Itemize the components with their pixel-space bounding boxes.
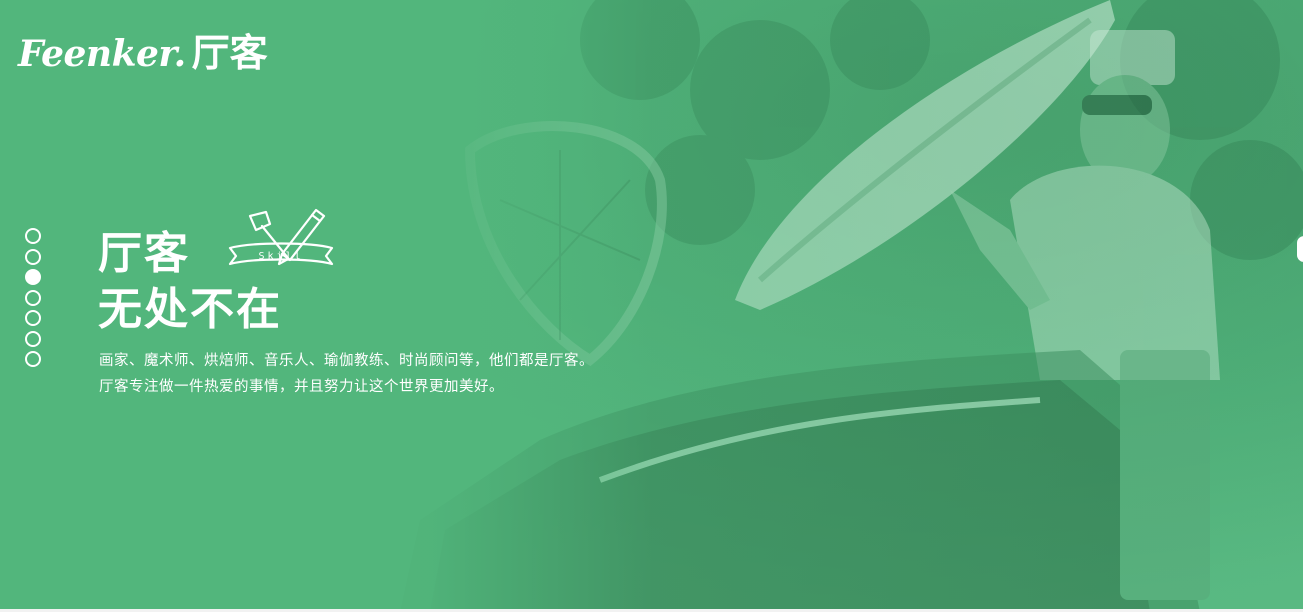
- logo-chinese-text: 厅客: [191, 31, 268, 75]
- slider-dot-2[interactable]: [25, 248, 41, 265]
- slider-dot-1[interactable]: [25, 228, 41, 244]
- description-line-1: 画家、魔术师、烘焙师、音乐人、瑜伽教练、时尚顾问等，他们都是厅客。: [99, 353, 594, 369]
- slider-pagination: [25, 228, 41, 367]
- brand-logo[interactable]: Feenker. 厅客: [18, 22, 268, 77]
- slider-dot-3-active[interactable]: [25, 269, 41, 285]
- skill-badge-label: Skill: [258, 251, 303, 262]
- next-slide-handle[interactable]: [1297, 236, 1303, 262]
- slider-dot-4[interactable]: [25, 289, 41, 306]
- hero-banner: Feenker. 厅客 厅客 无处不在 Skill 画家、魔术师、烘焙师、音乐人…: [0, 0, 1303, 612]
- description-line-2: 厅客专注做一件热爱的事情，并且努力让这个世界更加美好。: [99, 379, 504, 395]
- hero-description: 画家、魔术师、烘焙师、音乐人、瑜伽教练、时尚顾问等，他们都是厅客。 厅客专注做一…: [99, 348, 594, 400]
- slider-dot-7[interactable]: [25, 351, 41, 367]
- slider-dot-6[interactable]: [25, 330, 41, 347]
- skill-badge-icon: Skill: [228, 208, 334, 266]
- logo-latin-text: Feenker.: [18, 33, 186, 75]
- slider-dot-5[interactable]: [25, 310, 41, 326]
- headline-line-2: 无处不在: [98, 284, 282, 335]
